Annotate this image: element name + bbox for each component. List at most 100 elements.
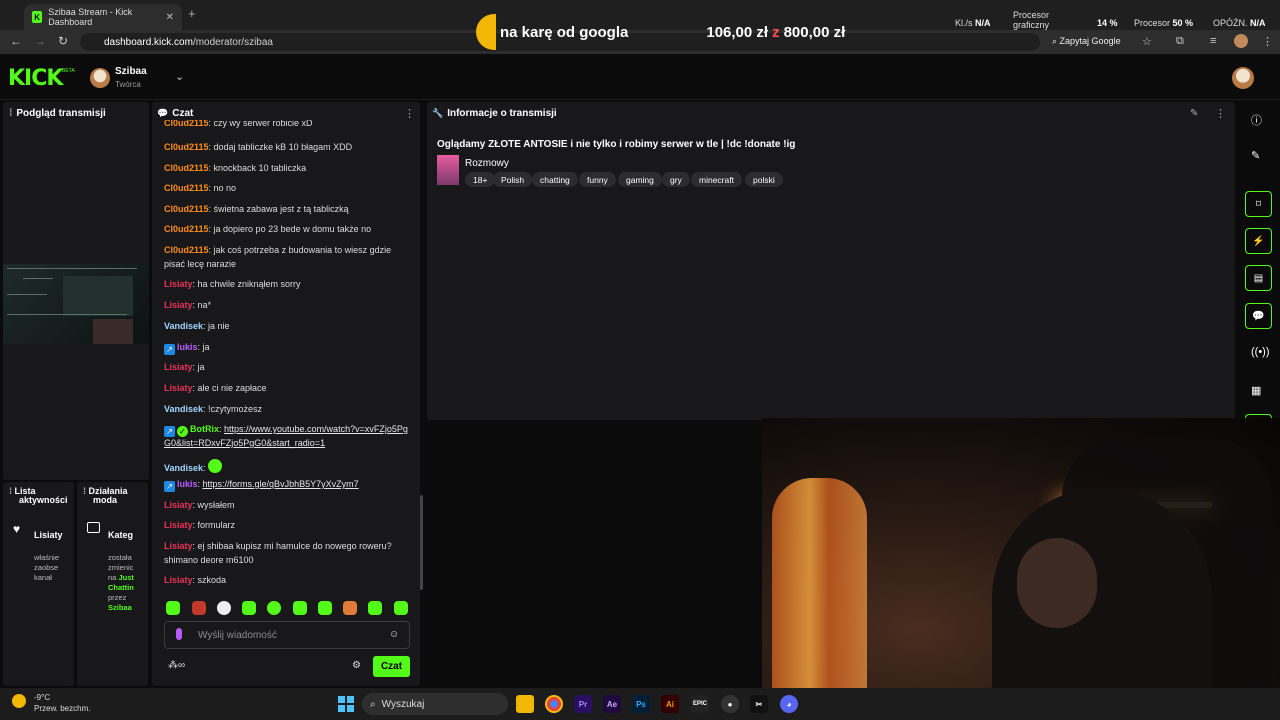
emote-icon[interactable] (394, 601, 408, 615)
activity-event-name: Lisiaty (34, 530, 63, 540)
broadcast-icon[interactable]: ((•)) (1251, 346, 1270, 358)
chat-message: Lisiaty: na* (164, 300, 212, 310)
channel-name[interactable]: Szibaa (115, 66, 147, 77)
emote-icon[interactable] (242, 601, 256, 615)
chat-message: Cl0ud2115: no no (164, 183, 237, 193)
stream-tag[interactable]: polski (745, 172, 783, 187)
activity-panel-title: ⁞ Lista aktywności (9, 486, 68, 505)
url-host: dashboard.kick.com (104, 36, 193, 48)
search-label: Wyszukaj (381, 698, 425, 710)
google-lens-icon: ⌕ (1052, 36, 1060, 46)
illustrator-icon[interactable]: Ai (661, 695, 679, 713)
stream-tag[interactable]: funny (579, 172, 616, 187)
chat-message: Cl0ud2115: ja dopiero po 23 bede w domu … (164, 224, 372, 234)
kick-logo[interactable]: KICK (8, 66, 63, 91)
emote-icon[interactable] (368, 601, 382, 615)
stream-info-menu-icon[interactable]: ⋮ (1215, 107, 1226, 120)
stream-tag[interactable]: 18+ (465, 172, 496, 187)
chat-input-placeholder: Wyślij wiadomość (198, 629, 277, 641)
kick-points-icon[interactable]: ⁂∞ (168, 660, 185, 671)
browser-profile-avatar[interactable] (1234, 34, 1248, 48)
weather-widget[interactable]: -9°C Przew. bezchm. (34, 692, 90, 714)
delay-stat: OPÓŹN. N/A (1213, 18, 1266, 28)
taskbar-search[interactable]: ⌕ Wyszukaj (362, 693, 508, 715)
chat-input[interactable]: Wyślij wiadomość (164, 621, 410, 649)
emote-icon[interactable] (217, 601, 231, 615)
stream-preview-video[interactable] (3, 264, 149, 344)
browser-tab[interactable]: K Szibaa Stream - Kick Dashboard ✕ (24, 4, 182, 30)
kick-emote-icon (208, 459, 223, 473)
stream-tag[interactable]: gry (662, 172, 690, 187)
stream-tag[interactable]: Polish (493, 172, 533, 187)
stream-info-title: 🔧 Informacje o transmisji (432, 108, 557, 119)
edit-pencil-icon[interactable]: ✎ (1190, 108, 1198, 119)
quick-actions-lightning-icon[interactable]: ⚡ (1245, 228, 1272, 254)
emote-icon[interactable] (166, 601, 180, 615)
reload-icon[interactable]: ↻ (58, 34, 68, 48)
category-card-icon (87, 522, 100, 533)
chat-message: Lisiaty: ha chwile zniknąłem sorry (164, 279, 301, 289)
premiere-pro-icon[interactable]: Pr (574, 695, 592, 713)
chat-link[interactable]: https://forms.gle/qBvJbhB5Y7yXvZym7 (203, 479, 359, 489)
chat-menu-icon[interactable]: ⋮ (404, 107, 415, 120)
discord-icon[interactable]: ◕ (780, 695, 798, 713)
extensions-icon[interactable]: ⧉ (1176, 35, 1184, 48)
stream-tag[interactable]: gaming (618, 172, 662, 187)
obs-icon[interactable]: ● (721, 695, 739, 713)
chat-message-list: Cl0ud2115: czy wy serwer robicie xD Cl0u… (164, 120, 414, 590)
notes-icon[interactable]: ▤ (1245, 265, 1272, 291)
back-icon[interactable]: ← (10, 34, 22, 48)
chat-message: Cl0ud2115: dodaj tabliczke kB 10 błagam … (164, 142, 353, 152)
focus-mode-icon[interactable]: ⌑ (1245, 191, 1272, 217)
category-name[interactable]: Rozmowy (465, 158, 509, 169)
ask-google-button[interactable]: ⌕ Zapytaj Google (1052, 36, 1121, 47)
chat-message: Cl0ud2115: jak coś potrzeba z budowania … (164, 245, 392, 269)
emoji-picker-icon[interactable]: ☺ (389, 629, 399, 640)
media-controls-icon[interactable]: ≡ (1210, 35, 1216, 47)
chat-toggle-icon[interactable]: 💬 (1245, 303, 1272, 329)
chat-settings-gear-icon[interactable]: ⚙ (352, 660, 361, 671)
browser-menu-icon[interactable]: ⋮ (1262, 35, 1273, 48)
chat-message: Vandisek: (164, 457, 414, 476)
tab-close-icon[interactable]: ✕ (166, 12, 174, 23)
capcut-icon[interactable]: ✂ (750, 695, 768, 713)
fps-stat: Kl./s N/A (955, 18, 991, 28)
chat-panel-title: 💬 Czat (157, 108, 194, 119)
cpu-stat: Procesor 50 % (1134, 18, 1194, 28)
file-explorer-icon[interactable] (516, 695, 534, 713)
windows-start-icon[interactable] (338, 696, 354, 712)
chrome-icon[interactable] (545, 695, 563, 713)
send-chat-button[interactable]: Czat (373, 656, 410, 677)
heart-icon: ♥ (13, 522, 21, 536)
chat-message: ↗ ✓ BotRix: https://www.youtube.com/watch?… (164, 424, 408, 448)
chat-message: Lisiaty: formularz (164, 520, 236, 530)
photoshop-icon[interactable]: Ps (632, 695, 650, 713)
layout-icon[interactable]: ▦ (1251, 384, 1261, 397)
epic-games-icon[interactable]: EPIC (691, 695, 709, 713)
after-effects-icon[interactable]: Ae (603, 695, 621, 713)
wrench-icon: 🔧 (432, 108, 444, 118)
emote-icon[interactable] (267, 601, 281, 615)
dashboard-header (0, 56, 1280, 100)
forward-icon[interactable]: → (34, 34, 46, 48)
channel-switch-chevron-icon[interactable]: ⌄ (175, 70, 184, 83)
chat-message: ↗ lukis: ja (164, 341, 414, 355)
stream-tag[interactable]: minecraft (691, 172, 742, 187)
stream-tag[interactable]: chatting (532, 172, 578, 187)
chat-message: Vandisek: !czytymożesz (164, 404, 263, 414)
donation-goal-overlay: na karę od googla 106,00 zł z 800,00 zł (476, 12, 876, 52)
emote-icon[interactable] (343, 601, 357, 615)
new-tab-button[interactable]: + (188, 6, 196, 21)
edit-layout-pencil-icon[interactable]: ✎ (1251, 149, 1260, 162)
emote-icon[interactable] (318, 601, 332, 615)
goal-accent (476, 14, 496, 50)
user-avatar[interactable] (1232, 67, 1254, 89)
info-icon[interactable]: ⓘ (1251, 112, 1262, 128)
emote-icon[interactable] (192, 601, 206, 615)
bookmark-star-icon[interactable]: ☆ (1142, 35, 1152, 48)
chat-scrollbar[interactable] (420, 495, 423, 590)
emote-icon[interactable] (293, 601, 307, 615)
gpu-stat-value: 14 % (1097, 18, 1118, 28)
channel-avatar (90, 68, 110, 88)
vip-badge-icon: ↗ (164, 426, 175, 437)
